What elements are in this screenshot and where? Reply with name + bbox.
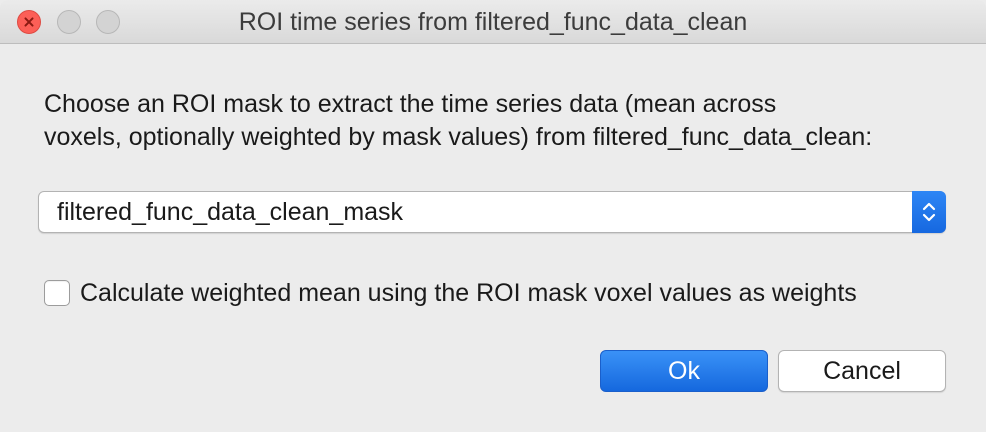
instruction-line-1: Choose an ROI mask to extract the time s… (44, 90, 777, 118)
window-title: ROI time series from filtered_func_data_… (238, 8, 748, 36)
cancel-button[interactable]: Cancel (778, 350, 946, 392)
weighted-mean-checkbox[interactable] (44, 280, 70, 306)
roi-mask-select[interactable]: filtered_func_data_clean_mask (38, 191, 946, 233)
instruction-text: Choose an ROI mask to extract the time s… (44, 88, 954, 154)
title-bar: ROI time series from filtered_func_data_… (0, 0, 986, 44)
ok-button[interactable]: Ok (600, 350, 768, 392)
weighted-mean-label[interactable]: Calculate weighted mean using the ROI ma… (80, 278, 857, 308)
up-down-chevron-icon[interactable] (912, 191, 946, 233)
dialog-window: ROI time series from filtered_func_data_… (0, 0, 986, 432)
instruction-line-2: voxels, optionally weighted by mask valu… (44, 123, 873, 151)
roi-mask-select-value: filtered_func_data_clean_mask (57, 198, 404, 226)
